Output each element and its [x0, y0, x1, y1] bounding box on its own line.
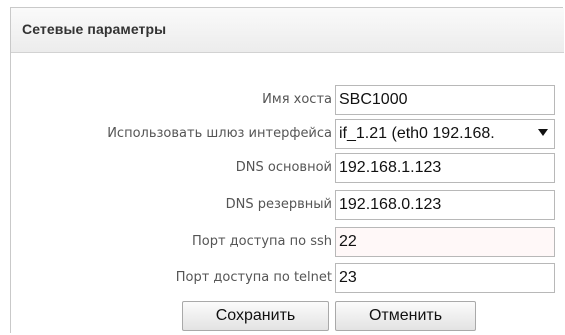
ssh-port-input[interactable]: 22	[335, 227, 555, 257]
dns-secondary-row: DNS резервный 192.168.0.123	[11, 190, 564, 220]
ssh-port-label: Порт доступа по ssh	[191, 234, 332, 249]
dns-secondary-input[interactable]: 192.168.0.123	[335, 190, 555, 220]
network-settings-panel: Сетевые параметры Имя хоста SBC1000 Испо…	[10, 7, 564, 333]
gateway-select-value: if_1.21 (eth0 192.168.	[339, 125, 495, 142]
cancel-button[interactable]: Отменить	[335, 301, 476, 331]
hostname-input[interactable]: SBC1000	[335, 85, 555, 115]
gateway-row: Использовать шлюз интерфейса if_1.21 (et…	[11, 119, 564, 149]
dns-primary-row: DNS основной 192.168.1.123	[11, 153, 564, 183]
dns-primary-label: DNS основной	[235, 160, 332, 175]
panel-header: Сетевые параметры	[11, 8, 564, 53]
hostname-label: Имя хоста	[262, 92, 332, 107]
gateway-interface-select[interactable]: if_1.21 (eth0 192.168.	[335, 119, 555, 149]
telnet-port-row: Порт доступа по telnet 23	[11, 263, 564, 293]
gateway-label: Использовать шлюз интерфейса	[107, 126, 332, 141]
panel-title: Сетевые параметры	[22, 21, 167, 37]
telnet-port-label: Порт доступа по telnet	[175, 270, 332, 285]
dns-secondary-label: DNS резервный	[225, 197, 332, 212]
hostname-row: Имя хоста SBC1000	[11, 85, 564, 115]
ssh-port-row: Порт доступа по ssh 22	[11, 227, 564, 257]
telnet-port-input[interactable]: 23	[335, 263, 555, 293]
dns-primary-input[interactable]: 192.168.1.123	[335, 153, 555, 183]
chevron-down-icon[interactable]	[538, 129, 548, 136]
save-button[interactable]: Сохранить	[182, 301, 329, 331]
